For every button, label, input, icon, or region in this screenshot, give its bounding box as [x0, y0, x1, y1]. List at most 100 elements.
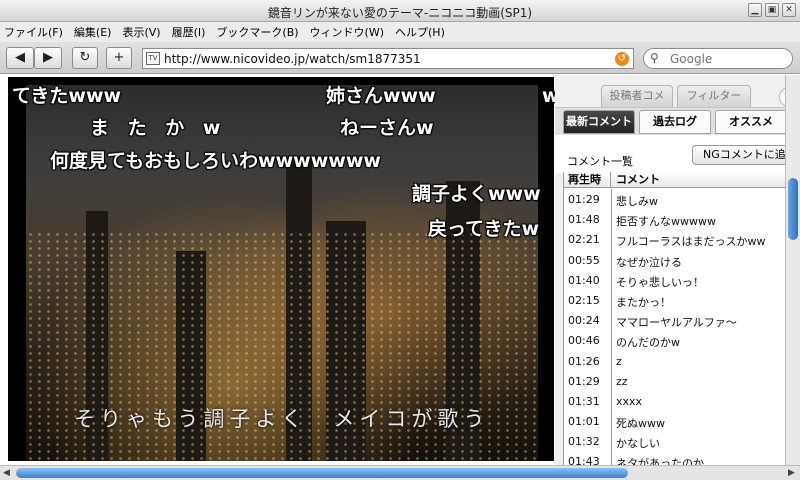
menu-help[interactable]: ヘルプ(H)	[395, 24, 445, 40]
scrolling-comment: 姉さんwww	[326, 85, 436, 107]
menu-bar: ファイル(F) 編集(E) 表示(V) 履歴(I) ブックマーク(B) ウィンド…	[0, 22, 800, 42]
comment-list-header: コメント一覧 NGコメントに追加	[555, 135, 785, 173]
comment-table-header: 再生時 コメント	[564, 172, 785, 188]
back-button[interactable]: ◀	[6, 47, 34, 69]
menu-file[interactable]: ファイル(F)	[4, 24, 63, 40]
column-divider	[611, 229, 612, 250]
table-row[interactable]: 01:31 xxxx	[564, 390, 785, 412]
menu-history[interactable]: 履歴(I)	[172, 24, 206, 40]
comment-text: zz	[616, 374, 628, 388]
title-bar: 鏡音リンが来ない愛のテーマ-ニコニコ動画(SP1) ▁ ▣ ✕	[0, 0, 800, 22]
comment-table: 再生時 コメント 01:29 悲しみw 01:48 拒否すんなwwwww 02:21 フル…	[563, 172, 785, 465]
minimize-icon[interactable]: ▁	[748, 3, 762, 17]
menu-window[interactable]: ウィンドウ(W)	[310, 24, 384, 40]
close-icon[interactable]: ✕	[782, 3, 796, 17]
comment-time: 01:01	[568, 415, 600, 429]
table-row[interactable]: 01:48 拒否すんなwwwww	[564, 209, 785, 230]
table-row[interactable]: 01:26 z	[564, 350, 785, 371]
column-divider	[611, 289, 612, 311]
comment-time: 01:26	[568, 354, 600, 368]
scrolling-comment: 戻ってきたw	[428, 218, 540, 240]
comment-text: ママローヤルアルファ〜	[616, 316, 737, 330]
column-divider	[611, 390, 612, 412]
comment-time: 01:43	[568, 455, 600, 465]
tv-favicon-icon: TV	[146, 52, 160, 65]
comment-panel: 投稿者コメ フィルター 最新コメント 過去ログ オススメ コメント一覧 NGコメ…	[555, 75, 785, 465]
window-title: 鏡音リンが来ない愛のテーマ-ニコニコ動画(SP1)	[267, 6, 533, 20]
scroll-left-icon[interactable]: ◀	[3, 468, 10, 478]
comment-time: 01:29	[568, 193, 600, 206]
vertical-scroll-thumb[interactable]	[788, 178, 798, 240]
search-box[interactable]: ⚲	[643, 48, 793, 69]
window-controls: ▁ ▣ ✕	[748, 3, 796, 17]
scrolling-comment: ま た か w	[90, 117, 227, 139]
video-caption: そりゃもう調子よく メイコが歌う	[74, 407, 490, 431]
comment-time: 02:15	[568, 293, 600, 307]
ng-comment-button[interactable]: NGコメントに追加	[692, 145, 785, 165]
column-divider	[611, 269, 612, 290]
go-arrow-icon[interactable]: ↺	[615, 52, 629, 66]
table-row[interactable]: 00:46 のんだのかw	[564, 330, 785, 351]
comment-time: 00:24	[568, 314, 600, 328]
address-url[interactable]: http://www.nicovideo.jp/watch/sm1877351	[164, 52, 421, 66]
maximize-icon[interactable]: ▣	[765, 3, 779, 17]
table-row[interactable]: 01:43 ネタがあったのか	[564, 451, 785, 465]
reload-button[interactable]: ↻	[72, 47, 98, 69]
comment-text: のんだのかw	[616, 336, 680, 350]
tab-past-log[interactable]: 過去ログ	[639, 110, 711, 134]
column-divider	[611, 330, 612, 351]
table-row[interactable]: 01:29 悲しみw	[564, 189, 785, 210]
table-row[interactable]: 01:32 かなしい	[564, 431, 785, 452]
comment-text: z	[616, 354, 622, 368]
scrolling-comment: てきたwww	[12, 85, 122, 107]
add-bookmark-button[interactable]: +	[106, 47, 132, 69]
menu-edit[interactable]: 編集(E)	[74, 24, 112, 40]
table-row[interactable]: 02:15 またかっ！	[564, 289, 785, 311]
table-row[interactable]: 00:24 ママローヤルアルファ〜	[564, 310, 785, 331]
column-header-time[interactable]: 再生時	[564, 172, 611, 188]
column-divider	[611, 370, 612, 391]
search-input[interactable]	[670, 51, 788, 66]
comment-time: 01:32	[568, 435, 600, 449]
table-row[interactable]: 01:29 zz	[564, 370, 785, 391]
comment-text: 拒否すんなwwwww	[616, 215, 716, 229]
horizontal-scrollbar[interactable]: ◀ ▶	[0, 465, 800, 480]
comment-text: なぜか泣ける	[616, 255, 682, 269]
tab-latest-comments[interactable]: 最新コメント	[563, 110, 635, 134]
vertical-scrollbar[interactable]	[785, 75, 800, 465]
comment-time: 00:55	[568, 253, 600, 267]
comment-text: ネタがあったのか	[616, 457, 704, 465]
menu-view[interactable]: 表示(V)	[122, 24, 160, 40]
comment-text: 悲しみw	[616, 195, 658, 208]
column-divider	[611, 189, 612, 210]
column-divider	[611, 310, 612, 331]
video-player[interactable]: そりゃもう調子よく メイコが歌う てきたwww 姉さんwww w ま た か w…	[8, 77, 560, 461]
comment-time: 00:46	[568, 334, 600, 348]
video-frame[interactable]: そりゃもう調子よく メイコが歌う	[26, 85, 538, 461]
column-divider	[611, 350, 612, 371]
page-content: そりゃもう調子よく メイコが歌う てきたwww 姉さんwww w ま た か w…	[0, 75, 800, 465]
comment-text: xxxx	[616, 394, 643, 408]
column-header-comment[interactable]: コメント	[616, 172, 660, 187]
column-divider	[611, 431, 612, 452]
tab-uploader-comments[interactable]: 投稿者コメ	[601, 85, 673, 107]
column-divider	[611, 411, 612, 432]
horizontal-scroll-thumb[interactable]	[16, 468, 628, 478]
table-row[interactable]: 02:21 フルコーラスはまだっスかww	[564, 229, 785, 250]
scrolling-comment: 何度見てもおもしろいわwwwwwww	[50, 150, 381, 172]
address-bar[interactable]: TV http://www.nicovideo.jp/watch/sm18773…	[142, 48, 634, 69]
table-row[interactable]: 00:55 なぜか泣ける	[564, 249, 785, 270]
browser-window: 鏡音リンが来ない愛のテーマ-ニコニコ動画(SP1) ▁ ▣ ✕ ファイル(F) …	[0, 0, 800, 480]
comment-time: 01:40	[568, 273, 600, 287]
tab-recommended[interactable]: オススメ	[715, 110, 785, 134]
menu-bookmarks[interactable]: ブックマーク(B)	[216, 24, 298, 40]
scrolling-comment: 調子よくwww	[412, 183, 541, 205]
tab-filter[interactable]: フィルター	[677, 85, 751, 107]
scroll-right-icon[interactable]: ▶	[788, 468, 795, 478]
table-row[interactable]: 01:40 そりゃ悲しいっ！	[564, 269, 785, 290]
column-divider	[611, 451, 612, 465]
comment-text: そりゃ悲しいっ！	[616, 275, 704, 289]
comment-text: フルコーラスはまだっスかww	[616, 235, 766, 249]
forward-button[interactable]: ▶	[34, 47, 62, 69]
table-row[interactable]: 01:01 死ぬwww	[564, 411, 785, 432]
